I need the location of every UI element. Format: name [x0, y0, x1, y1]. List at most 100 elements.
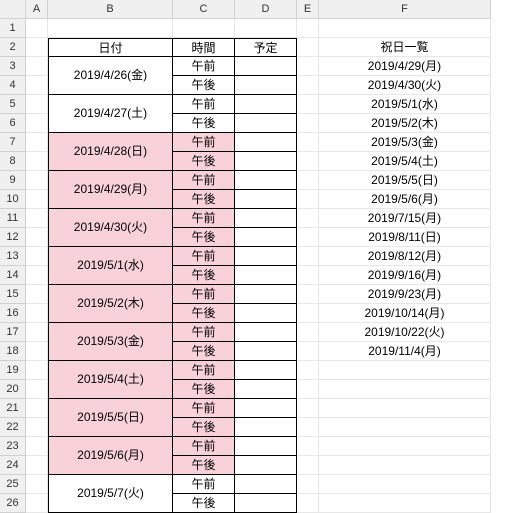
cell-A17[interactable] — [26, 323, 48, 342]
col-header-A[interactable]: A — [26, 0, 48, 19]
cell-E10[interactable] — [297, 190, 319, 209]
cell-A26[interactable] — [26, 494, 48, 513]
cell-A9[interactable] — [26, 171, 48, 190]
plan-cell-0-pm[interactable] — [235, 76, 297, 95]
holiday-4[interactable]: 2019/5/3(金) — [319, 133, 491, 152]
cell-A1[interactable] — [26, 19, 48, 38]
time-cell-7-pm[interactable]: 午後 — [173, 342, 235, 361]
holiday-5[interactable]: 2019/5/4(土) — [319, 152, 491, 171]
time-cell-3-pm[interactable]: 午後 — [173, 190, 235, 209]
cell-A21[interactable] — [26, 399, 48, 418]
plan-cell-8-am[interactable] — [235, 361, 297, 380]
cell-E11[interactable] — [297, 209, 319, 228]
plan-cell-10-am[interactable] — [235, 437, 297, 456]
col-header-E[interactable]: E — [297, 0, 319, 19]
cell-D1[interactable] — [235, 19, 297, 38]
cell-E24[interactable] — [297, 456, 319, 475]
plan-cell-1-am[interactable] — [235, 95, 297, 114]
cell-E20[interactable] — [297, 380, 319, 399]
plan-cell-8-pm[interactable] — [235, 380, 297, 399]
col-header-F[interactable]: F — [319, 0, 491, 19]
cell-E7[interactable] — [297, 133, 319, 152]
plan-cell-5-am[interactable] — [235, 247, 297, 266]
row-header-6[interactable]: 6 — [0, 114, 26, 133]
plan-cell-3-am[interactable] — [235, 171, 297, 190]
cell-E2[interactable] — [297, 38, 319, 57]
holiday-13[interactable]: 2019/10/14(月) — [319, 304, 491, 323]
date-cell-4[interactable]: 2019/4/30(火) — [48, 209, 173, 247]
holiday-3[interactable]: 2019/5/2(木) — [319, 114, 491, 133]
holiday-10[interactable]: 2019/8/12(月) — [319, 247, 491, 266]
plan-cell-7-pm[interactable] — [235, 342, 297, 361]
cell-E8[interactable] — [297, 152, 319, 171]
time-cell-4-pm[interactable]: 午後 — [173, 228, 235, 247]
time-cell-5-pm[interactable]: 午後 — [173, 266, 235, 285]
row-header-15[interactable]: 15 — [0, 285, 26, 304]
plan-cell-3-pm[interactable] — [235, 190, 297, 209]
row-header-12[interactable]: 12 — [0, 228, 26, 247]
date-cell-3[interactable]: 2019/4/29(月) — [48, 171, 173, 209]
time-cell-5-am[interactable]: 午前 — [173, 247, 235, 266]
plan-cell-0-am[interactable] — [235, 57, 297, 76]
cell-F21[interactable] — [319, 399, 491, 418]
col-header-B[interactable]: B — [48, 0, 173, 19]
date-cell-6[interactable]: 2019/5/2(木) — [48, 285, 173, 323]
row-header-17[interactable]: 17 — [0, 323, 26, 342]
cell-A12[interactable] — [26, 228, 48, 247]
date-cell-8[interactable]: 2019/5/4(土) — [48, 361, 173, 399]
holiday-14[interactable]: 2019/10/22(火) — [319, 323, 491, 342]
row-header-18[interactable]: 18 — [0, 342, 26, 361]
holiday-1[interactable]: 2019/4/30(火) — [319, 76, 491, 95]
time-cell-8-am[interactable]: 午前 — [173, 361, 235, 380]
time-cell-9-am[interactable]: 午前 — [173, 399, 235, 418]
row-header-10[interactable]: 10 — [0, 190, 26, 209]
row-header-11[interactable]: 11 — [0, 209, 26, 228]
cell-C1[interactable] — [173, 19, 235, 38]
row-header-26[interactable]: 26 — [0, 494, 26, 513]
row-header-1[interactable]: 1 — [0, 19, 26, 38]
cell-A4[interactable] — [26, 76, 48, 95]
row-header-19[interactable]: 19 — [0, 361, 26, 380]
row-header-22[interactable]: 22 — [0, 418, 26, 437]
plan-cell-4-am[interactable] — [235, 209, 297, 228]
cell-E25[interactable] — [297, 475, 319, 494]
cell-A2[interactable] — [26, 38, 48, 57]
plan-cell-2-am[interactable] — [235, 133, 297, 152]
cell-A24[interactable] — [26, 456, 48, 475]
cell-E14[interactable] — [297, 266, 319, 285]
time-cell-6-pm[interactable]: 午後 — [173, 304, 235, 323]
cell-A6[interactable] — [26, 114, 48, 133]
plan-cell-5-pm[interactable] — [235, 266, 297, 285]
time-cell-0-am[interactable]: 午前 — [173, 57, 235, 76]
cell-E23[interactable] — [297, 437, 319, 456]
cell-A5[interactable] — [26, 95, 48, 114]
cell-E17[interactable] — [297, 323, 319, 342]
date-cell-7[interactable]: 2019/5/3(金) — [48, 323, 173, 361]
col-header-D[interactable]: D — [235, 0, 297, 19]
row-header-13[interactable]: 13 — [0, 247, 26, 266]
holiday-9[interactable]: 2019/8/11(日) — [319, 228, 491, 247]
cell-A25[interactable] — [26, 475, 48, 494]
time-cell-9-pm[interactable]: 午後 — [173, 418, 235, 437]
row-header-20[interactable]: 20 — [0, 380, 26, 399]
holiday-6[interactable]: 2019/5/5(日) — [319, 171, 491, 190]
holiday-12[interactable]: 2019/9/23(月) — [319, 285, 491, 304]
plan-cell-6-am[interactable] — [235, 285, 297, 304]
row-header-21[interactable]: 21 — [0, 399, 26, 418]
row-header-14[interactable]: 14 — [0, 266, 26, 285]
row-header-24[interactable]: 24 — [0, 456, 26, 475]
cell-A13[interactable] — [26, 247, 48, 266]
time-cell-3-am[interactable]: 午前 — [173, 171, 235, 190]
plan-cell-9-am[interactable] — [235, 399, 297, 418]
cell-E12[interactable] — [297, 228, 319, 247]
date-cell-0[interactable]: 2019/4/26(金) — [48, 57, 173, 95]
plan-cell-7-am[interactable] — [235, 323, 297, 342]
col-header-C[interactable]: C — [173, 0, 235, 19]
time-cell-6-am[interactable]: 午前 — [173, 285, 235, 304]
cell-A7[interactable] — [26, 133, 48, 152]
cell-F1[interactable] — [319, 19, 491, 38]
cell-E15[interactable] — [297, 285, 319, 304]
cell-A20[interactable] — [26, 380, 48, 399]
holiday-8[interactable]: 2019/7/15(月) — [319, 209, 491, 228]
cell-E21[interactable] — [297, 399, 319, 418]
